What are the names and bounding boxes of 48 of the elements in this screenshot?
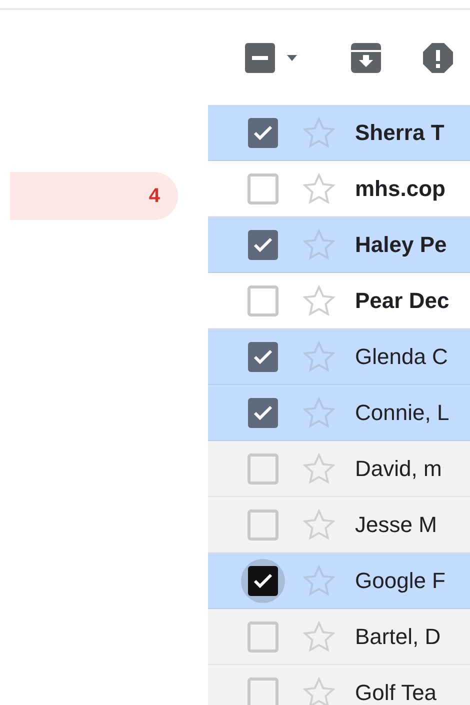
archive-icon[interactable]: [350, 42, 382, 74]
sidebar-item[interactable]: 4: [10, 172, 178, 220]
star-icon[interactable]: [303, 452, 335, 484]
sender-name: Glenda C: [355, 344, 448, 370]
sender-name: Jesse M: [355, 512, 437, 538]
message-row[interactable]: Jesse M: [208, 497, 470, 553]
star-icon[interactable]: [303, 340, 335, 372]
sender-name: Haley Pe: [355, 232, 447, 258]
star-icon[interactable]: [303, 676, 335, 705]
sender-name: Golf Tea: [355, 680, 437, 705]
sender-name: mhs.cop: [355, 176, 446, 202]
checkbox[interactable]: [247, 228, 279, 260]
star-icon[interactable]: [303, 508, 335, 540]
message-row[interactable]: Connie, L: [208, 385, 470, 441]
sender-name: Bartel, D: [355, 624, 441, 650]
select-all-checkbox[interactable]: [244, 42, 276, 74]
message-row[interactable]: Bartel, D: [208, 609, 470, 665]
message-row[interactable]: Golf Tea: [208, 665, 470, 705]
sender-name: Sherra T: [355, 120, 444, 146]
star-icon[interactable]: [303, 396, 335, 428]
unread-count: 4: [148, 184, 160, 208]
checkbox[interactable]: [247, 116, 279, 148]
message-row[interactable]: Google F: [208, 553, 470, 609]
message-row[interactable]: Haley Pe: [208, 217, 470, 273]
star-icon[interactable]: [303, 228, 335, 260]
star-icon[interactable]: [303, 620, 335, 652]
message-row[interactable]: Glenda C: [208, 329, 470, 385]
checkbox[interactable]: [247, 396, 279, 428]
caret-icon[interactable]: [286, 54, 298, 62]
checkbox[interactable]: [247, 172, 279, 204]
checkbox[interactable]: [247, 564, 279, 596]
checkbox[interactable]: [247, 340, 279, 372]
star-icon[interactable]: [303, 284, 335, 316]
sender-name: Pear Dec: [355, 288, 450, 314]
sender-name: Google F: [355, 568, 446, 594]
message-row[interactable]: David, m: [208, 441, 470, 497]
star-icon[interactable]: [303, 172, 335, 204]
star-icon[interactable]: [303, 564, 335, 596]
checkbox[interactable]: [247, 676, 279, 705]
sender-name: Connie, L: [355, 400, 450, 426]
alert-icon[interactable]: [422, 42, 454, 74]
checkbox[interactable]: [247, 508, 279, 540]
checkbox[interactable]: [247, 284, 279, 316]
star-icon[interactable]: [303, 116, 335, 148]
sender-name: David, m: [355, 456, 442, 482]
checkbox[interactable]: [247, 452, 279, 484]
message-row[interactable]: Sherra T: [208, 105, 470, 161]
checkbox[interactable]: [247, 620, 279, 652]
